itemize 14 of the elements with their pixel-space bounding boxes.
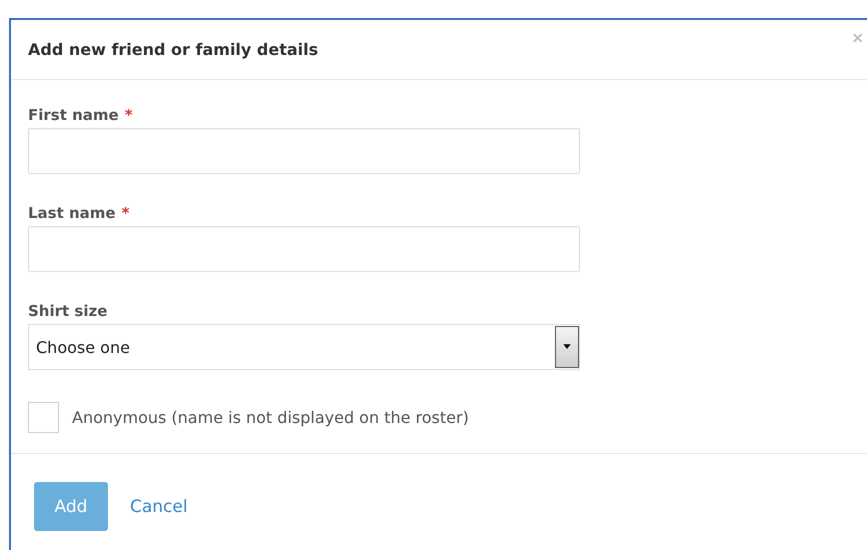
caret-icon [555,326,579,368]
select-field[interactable]: Choose one [28,324,580,370]
cancel-link[interactable]: Cancel [130,496,188,516]
input-field[interactable] [28,128,580,174]
field-label: Last name [28,204,116,222]
dialog-title: Add new friend or family details [28,40,318,59]
add-button[interactable]: Add [34,482,108,531]
input-field[interactable] [28,226,580,272]
field-label: First name [28,106,119,124]
checkbox-label: Anonymous (name is not displayed on the roster) [72,408,469,427]
field-label: Shirt size [28,302,108,320]
required-mark: * [124,106,133,124]
checkbox[interactable] [28,402,59,433]
required-mark: * [122,204,130,222]
